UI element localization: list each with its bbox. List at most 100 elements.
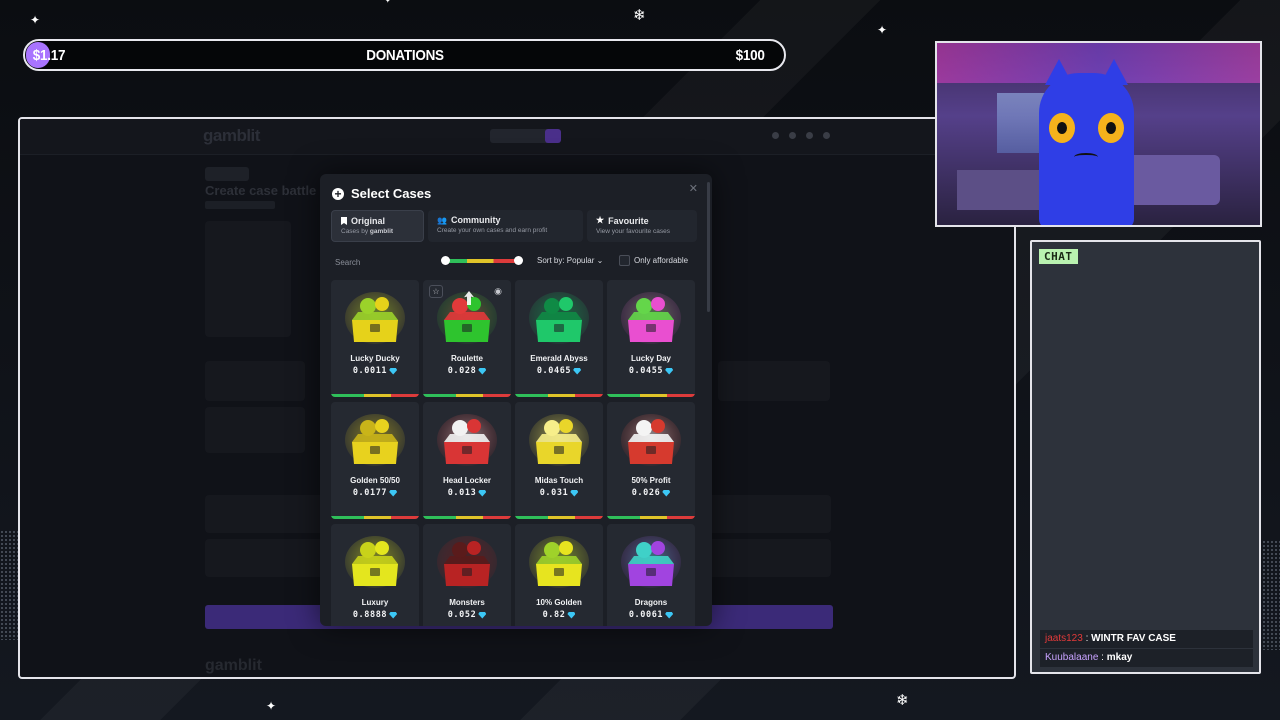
case-rarity-bar [607, 516, 695, 519]
case-price-value: 0.026 [631, 488, 661, 498]
bookmark-icon [341, 217, 347, 225]
chevron-down-icon: ⌄ [596, 256, 604, 265]
gift-icon[interactable] [789, 132, 796, 139]
only-affordable-checkbox[interactable] [619, 255, 630, 266]
case-name: Dragons [634, 598, 668, 607]
cat-ear [1045, 59, 1073, 85]
case-price: 0.0011 [352, 366, 398, 376]
case-price-value: 0.0455 [628, 366, 664, 376]
webcam-overlay [935, 41, 1262, 227]
case-card[interactable]: Lucky Ducky 0.0011 [331, 280, 419, 397]
case-name: Head Locker [442, 476, 492, 485]
range-knob-max[interactable] [514, 256, 523, 265]
case-image [621, 536, 681, 588]
case-price: 0.82 [543, 610, 576, 620]
background-dots-left [0, 530, 20, 640]
close-icon[interactable]: ✕ [689, 182, 698, 195]
case-image [345, 292, 405, 344]
search-input[interactable] [331, 253, 431, 271]
modal-header: + Select Cases [332, 186, 431, 201]
chat-username: jaats123 [1045, 633, 1083, 644]
case-price-value: 0.0011 [352, 366, 388, 376]
case-card[interactable]: Monsters 0.052 [423, 524, 511, 626]
chat-text: WINTR FAV CASE [1091, 633, 1176, 644]
case-price-value: 0.0061 [628, 610, 664, 620]
site-logo[interactable]: gamblit [203, 126, 260, 146]
case-card[interactable]: Golden 50/50 0.0177 [331, 402, 419, 519]
favourite-star-icon[interactable]: ☆ [429, 285, 443, 298]
case-price: 0.052 [448, 610, 487, 620]
tab-brand: gamblit [369, 228, 394, 235]
tab-label: Community [450, 215, 501, 225]
mode-card[interactable] [205, 361, 305, 401]
snowflake-icon: ❄ [896, 692, 909, 709]
case-card[interactable]: Midas Touch 0.031 [515, 402, 603, 519]
cat-eye [1049, 113, 1075, 143]
case-card[interactable]: Dragons 0.0061 [607, 524, 695, 626]
diamond-icon [478, 489, 487, 497]
diamond-icon [570, 489, 579, 497]
header-icons [772, 129, 836, 143]
chat-text: mkay [1106, 652, 1133, 663]
case-price: 0.0465 [537, 366, 582, 376]
diamond-icon [389, 611, 398, 619]
add-case-slot[interactable] [205, 221, 291, 337]
snowflake-icon: ❄ [633, 7, 646, 24]
chat-username: Kuubalaane [1045, 652, 1099, 663]
case-rarity-bar [515, 516, 603, 519]
tab-description: Cases by [341, 228, 369, 235]
cat-ear [1100, 59, 1128, 85]
cat-avatar [1039, 59, 1134, 225]
modal-scrollbar[interactable] [707, 182, 710, 312]
case-name: Lucky Ducky [350, 354, 400, 363]
deposit-button[interactable] [545, 129, 561, 143]
back-button[interactable] [205, 167, 249, 181]
tab-original[interactable]: Original Cases by gamblit [331, 210, 424, 242]
case-card[interactable]: Luxury 0.8888 [331, 524, 419, 626]
case-name: Luxury [361, 598, 389, 607]
select-cases-modal: + Select Cases ✕ Original Cases by gambl… [320, 174, 712, 626]
case-rarity-bar [515, 394, 603, 397]
sparkle-icon: ✦ [877, 23, 888, 37]
coin-icon[interactable] [806, 132, 813, 139]
site-header: gamblit [20, 119, 1014, 155]
case-price: 0.0177 [353, 488, 398, 498]
sort-select[interactable]: Sort by: Popular ⌄ [537, 256, 603, 265]
diamond-icon [665, 611, 674, 619]
chat-icon[interactable] [823, 132, 830, 139]
case-price: 0.031 [540, 488, 579, 498]
case-card[interactable]: Lucky Day 0.0455 [607, 280, 695, 397]
case-price-value: 0.8888 [352, 610, 388, 620]
profile-icon[interactable] [772, 132, 779, 139]
rarity-range-slider[interactable] [441, 256, 523, 265]
case-card[interactable]: 50% Profit 0.026 [607, 402, 695, 519]
tab-favourite[interactable]: ★ Favourite View your favourite cases [587, 210, 697, 242]
case-image [437, 536, 497, 588]
case-rarity-bar [607, 394, 695, 397]
case-name: Lucky Day [630, 354, 672, 363]
diamond-icon [389, 367, 398, 375]
diamond-icon [478, 611, 487, 619]
range-knob-min[interactable] [441, 256, 450, 265]
sparkle-icon: ✦ [266, 699, 277, 713]
tab-description: View your favourite cases [596, 228, 670, 235]
tab-community[interactable]: 👥 Community Create your own cases and ear… [428, 210, 583, 242]
tab-description: Create your own cases and earn profit [437, 227, 548, 234]
case-card[interactable]: 10% Golden 0.82 [515, 524, 603, 626]
case-card[interactable]: Emerald Abyss 0.0465 [515, 280, 603, 397]
donation-title: DONATIONS [365, 47, 444, 64]
chat-panel: CHAT jaats123 : WINTR FAV CASE Kuubalaan… [1030, 240, 1261, 674]
case-card[interactable]: Head Locker 0.013 [423, 402, 511, 519]
mode-card[interactable] [718, 361, 830, 401]
wallet-balance[interactable] [490, 129, 550, 143]
case-price-value: 0.052 [447, 610, 477, 620]
diamond-icon [665, 367, 674, 375]
footer-logo: gamblit [205, 657, 262, 674]
diamond-icon [573, 367, 582, 375]
sort-label: Sort by: Popular [537, 256, 595, 265]
eye-icon[interactable]: ◉ [491, 285, 505, 298]
case-image [345, 536, 405, 588]
tab-label: Favourite [608, 215, 649, 226]
mode-card[interactable] [205, 407, 305, 453]
users-icon: 👥 [437, 215, 447, 225]
